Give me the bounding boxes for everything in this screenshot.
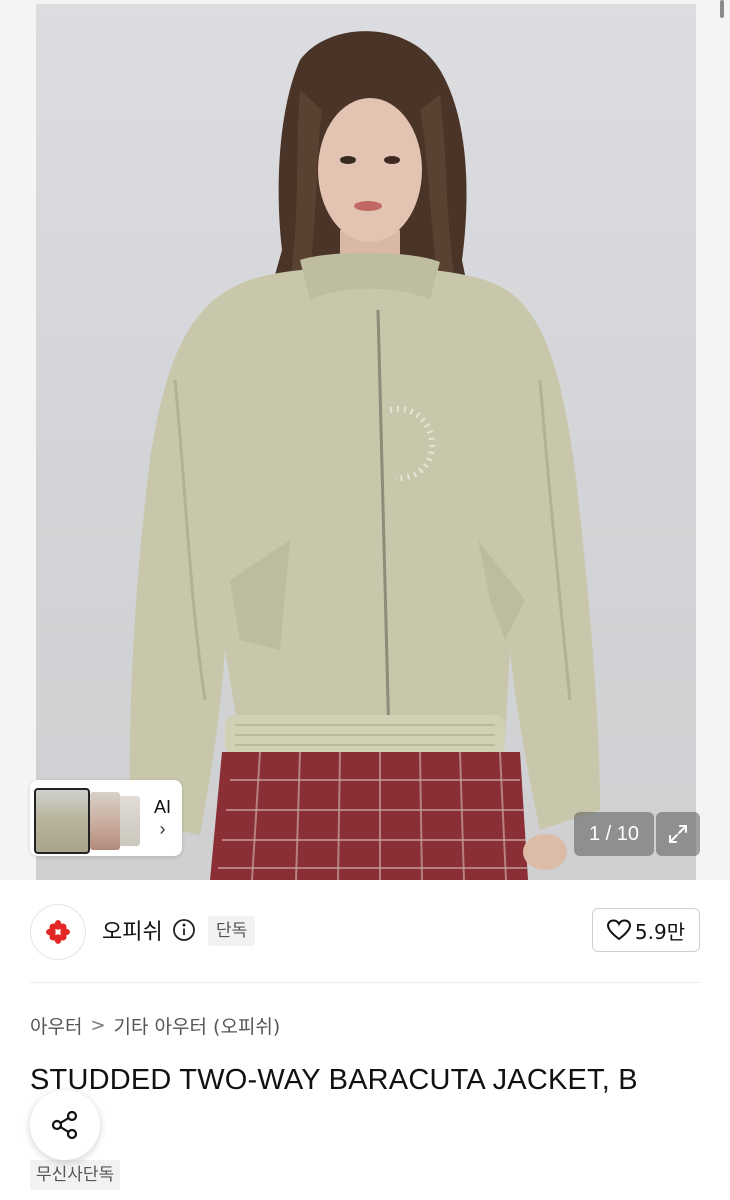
exclusive-badge: 단독: [208, 916, 256, 946]
musinsa-exclusive-badge: 무신사단독: [30, 1160, 121, 1190]
heart-icon: [606, 919, 631, 941]
ai-thumbnail: [90, 792, 120, 850]
ai-similar-items-button[interactable]: AI ›: [30, 780, 182, 856]
product-image-gallery[interactable]: AI › 1 / 10: [0, 0, 730, 880]
product-photo: [129, 31, 600, 880]
brand-logo[interactable]: [30, 904, 86, 960]
ai-thumbnail: [34, 788, 90, 854]
share-button[interactable]: [30, 1090, 100, 1160]
chevron-right-icon: ›: [159, 819, 166, 839]
like-count: 5.9만: [634, 919, 686, 944]
divider: [30, 982, 700, 983]
scrollbar[interactable]: [720, 0, 724, 18]
expand-button[interactable]: [656, 812, 700, 856]
product-title: STUDDED TWO-WAY BARACUTA JACKET, B: [30, 1064, 638, 1096]
share-icon: [51, 1110, 78, 1140]
expand-icon: [669, 825, 687, 843]
ai-thumbnail: [118, 796, 140, 846]
chevron-right-icon: >: [90, 1015, 106, 1036]
breadcrumb: 아우터 > 기타 아우터 (오피쉬): [30, 1012, 280, 1039]
ai-label: AI: [154, 797, 172, 817]
brand-name[interactable]: 오피쉬: [102, 914, 163, 946]
info-icon[interactable]: [172, 918, 196, 942]
image-counter: 1 / 10: [574, 812, 654, 856]
breadcrumb-item-other-outer[interactable]: 기타 아우터 (오피쉬): [114, 1012, 281, 1039]
brand-row: 오피쉬 단독 5.9만: [0, 880, 730, 980]
flower-logo-icon: [46, 920, 70, 944]
breadcrumb-item-outer[interactable]: 아우터: [30, 1012, 82, 1039]
ai-thumbnail-stack: [34, 784, 142, 854]
like-button[interactable]: 5.9만: [592, 908, 700, 952]
